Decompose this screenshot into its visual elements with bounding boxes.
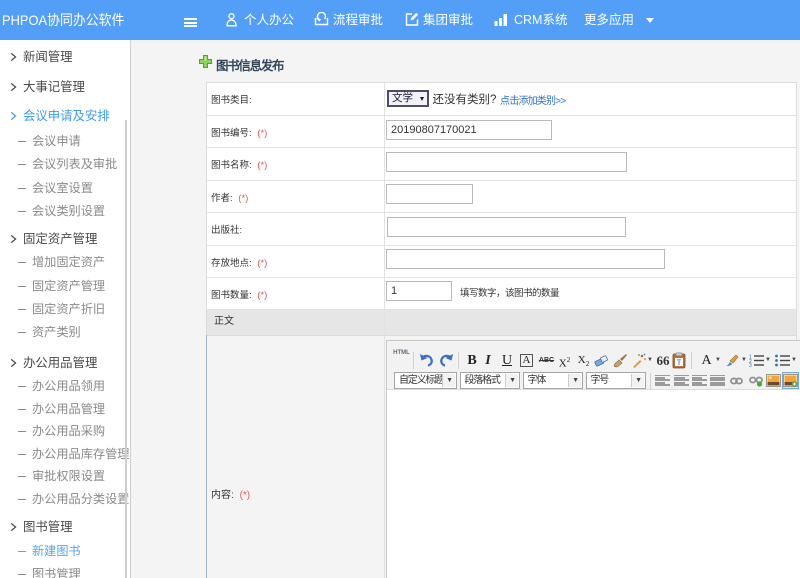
svg-text:3: 3 [749,363,752,367]
svg-text:T: T [677,359,682,367]
